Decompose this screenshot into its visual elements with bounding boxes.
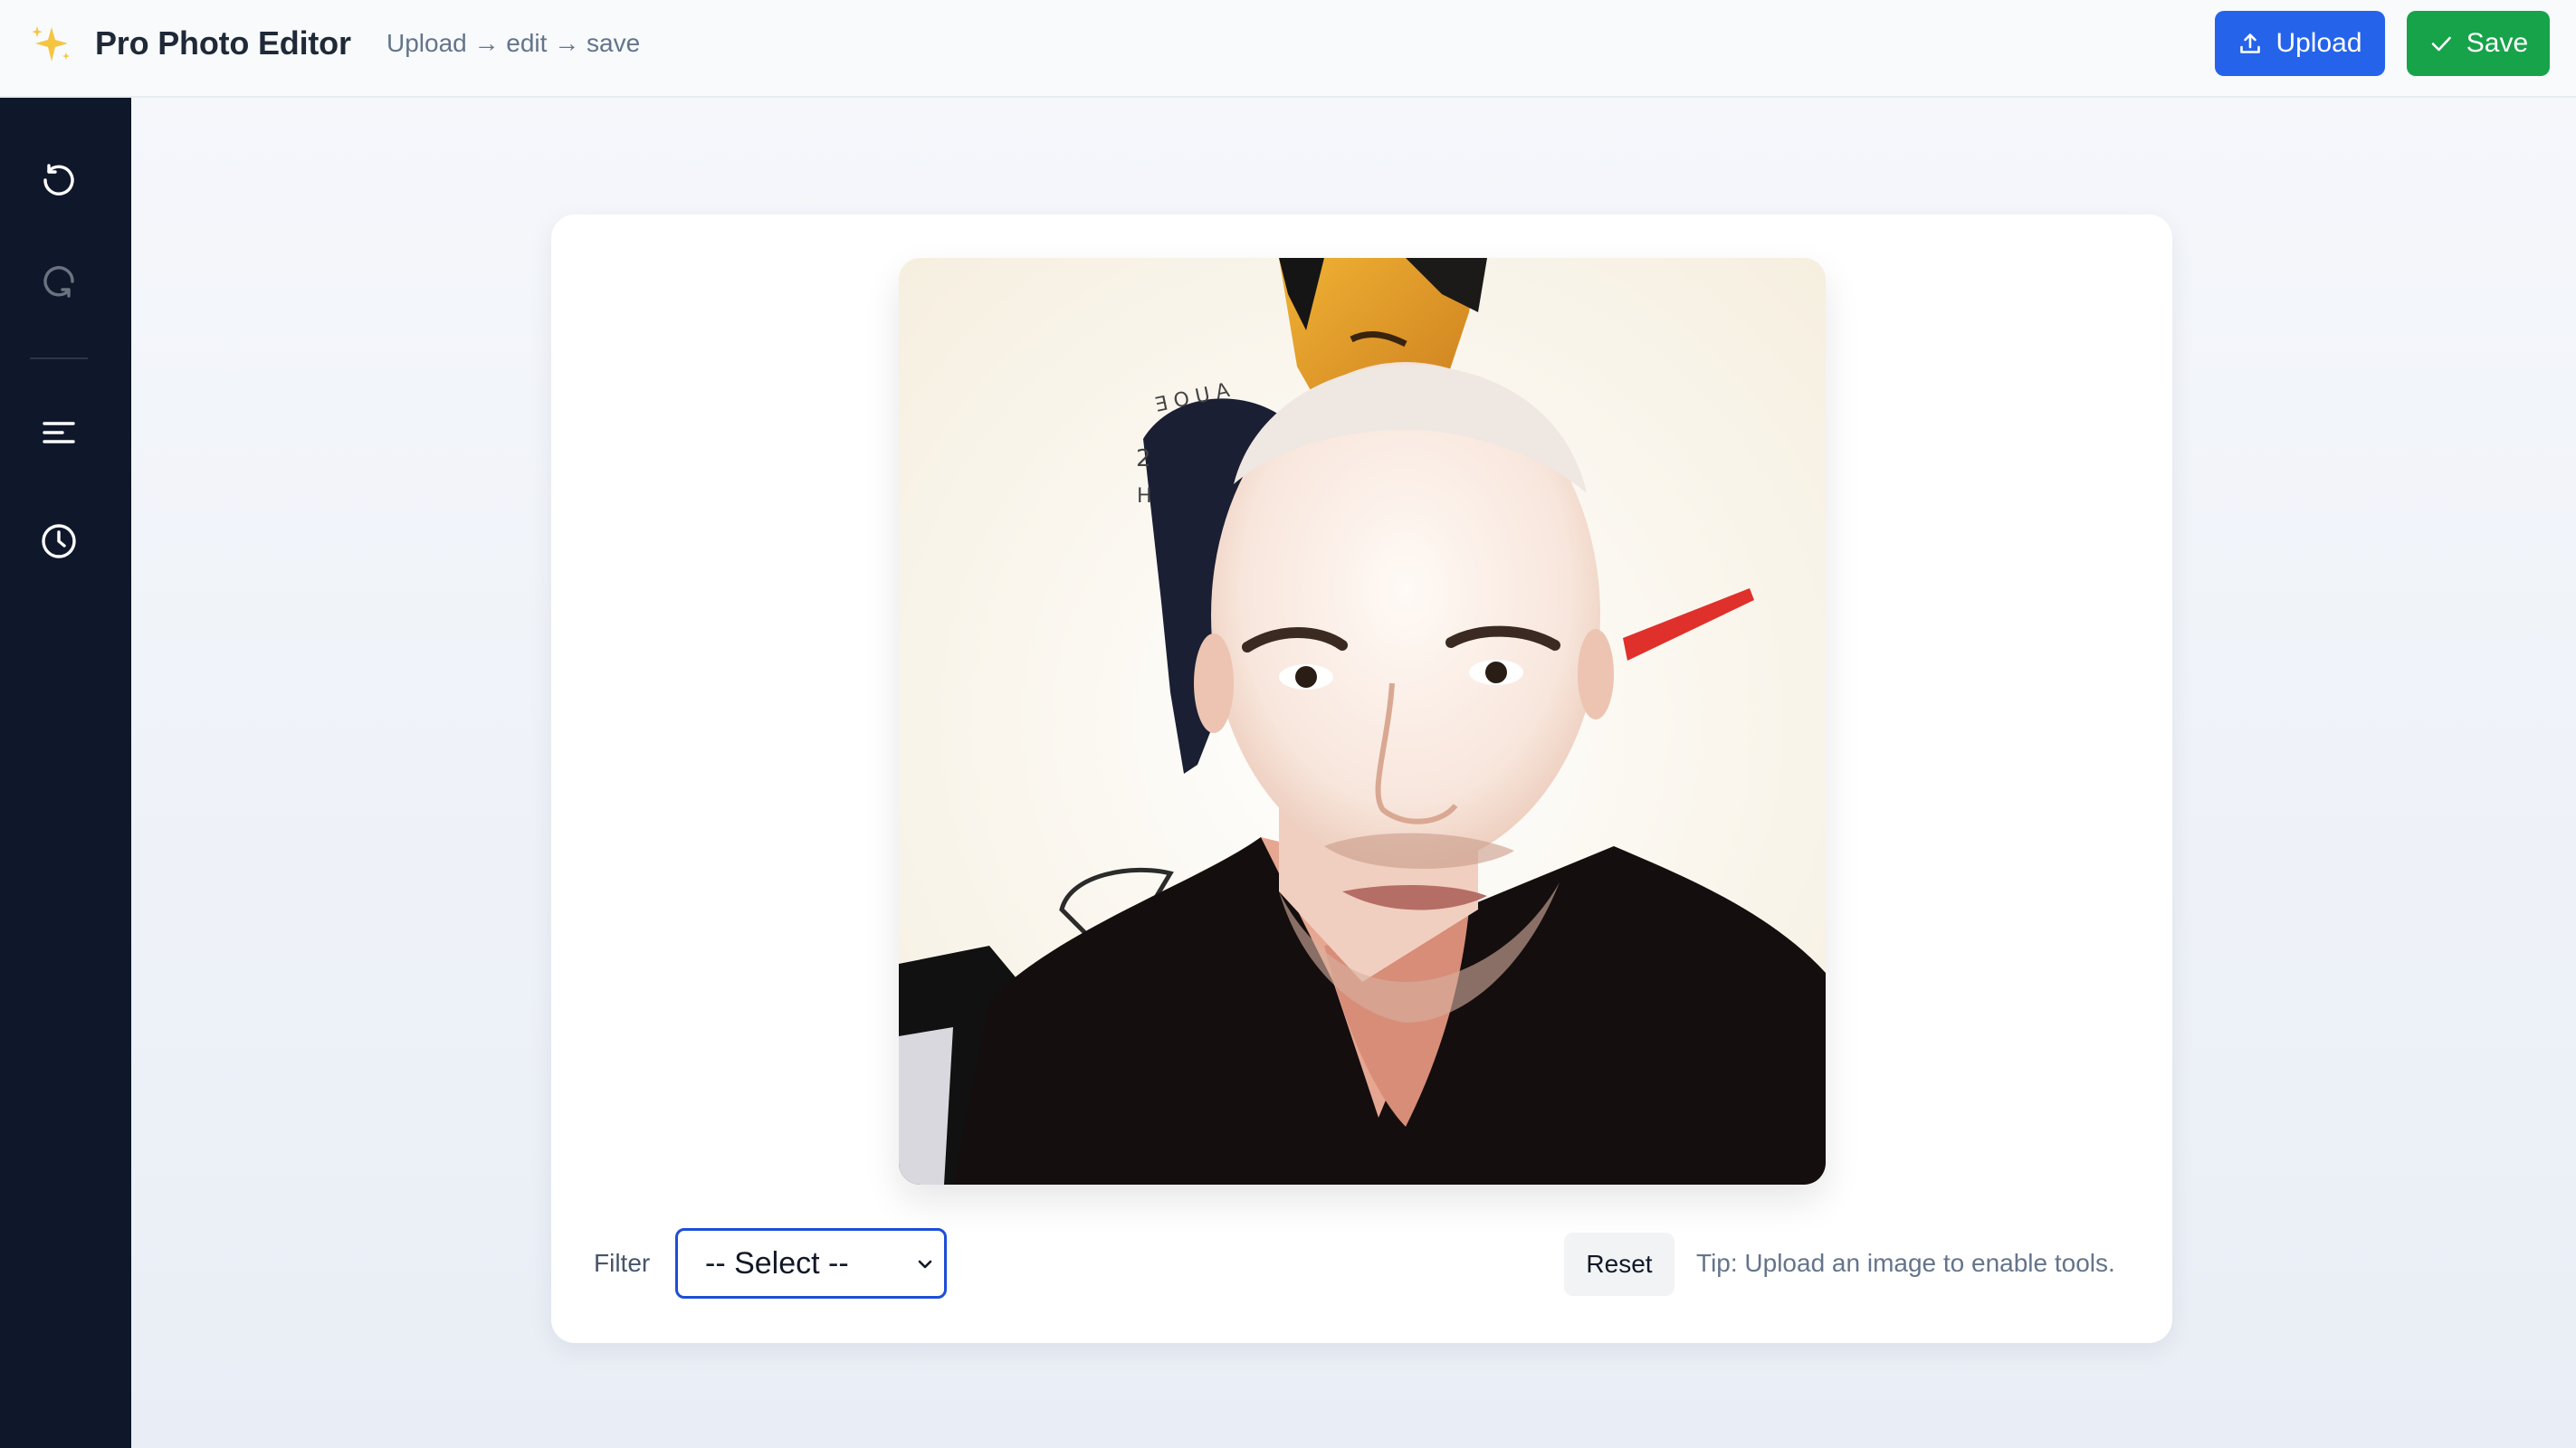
sidebar-item-align[interactable] [30, 404, 88, 462]
sidebar-item-rotate-left[interactable] [30, 151, 88, 209]
check-icon [2431, 36, 2451, 52]
upload-icon [2240, 33, 2261, 53]
filter-select-value: -- Select -- [705, 1245, 849, 1281]
sidebar-item-rotate-right[interactable] [30, 252, 88, 310]
filter-select[interactable]: -- Select -- [675, 1228, 947, 1299]
tool-sidebar [0, 98, 131, 1448]
chevron-down-icon [918, 1260, 932, 1269]
reset-button[interactable]: Reset [1564, 1233, 1674, 1296]
top-bar: Pro Photo Editor Upload → edit → save Up… [0, 0, 2576, 98]
clock-icon [42, 524, 76, 558]
workspace: Ǝ O U A 2 H Filter -- Select -- Reset Ti… [131, 98, 2576, 1448]
svg-text:2: 2 [1136, 445, 1151, 472]
app-title: Pro Photo Editor [95, 24, 351, 62]
sidebar-item-history[interactable] [30, 512, 88, 570]
sparkles-icon [32, 26, 70, 62]
svg-text:H: H [1137, 485, 1152, 508]
rotate-right-icon [43, 266, 74, 298]
portrait-photo: Ǝ O U A 2 H [899, 258, 1826, 1185]
rotate-left-icon [43, 164, 74, 195]
filter-label: Filter [594, 1249, 651, 1277]
tip-text: Tip: Upload an image to enable tools. [1696, 1249, 2115, 1277]
save-button[interactable]: Save [2407, 11, 2550, 76]
save-button-label: Save [2466, 28, 2529, 58]
sidebar-divider [30, 357, 88, 359]
workflow-breadcrumb: Upload → edit → save [386, 29, 641, 57]
photo-canvas[interactable]: Ǝ O U A 2 H [899, 258, 1826, 1185]
upload-button[interactable]: Upload [2215, 11, 2385, 76]
upload-button-label: Upload [2275, 28, 2362, 58]
editor-card: Ǝ O U A 2 H Filter -- Select -- Reset Ti… [551, 214, 2172, 1343]
align-left-icon [43, 422, 75, 443]
editor-controls: Filter -- Select -- Reset Tip: Upload an… [551, 1228, 2172, 1300]
